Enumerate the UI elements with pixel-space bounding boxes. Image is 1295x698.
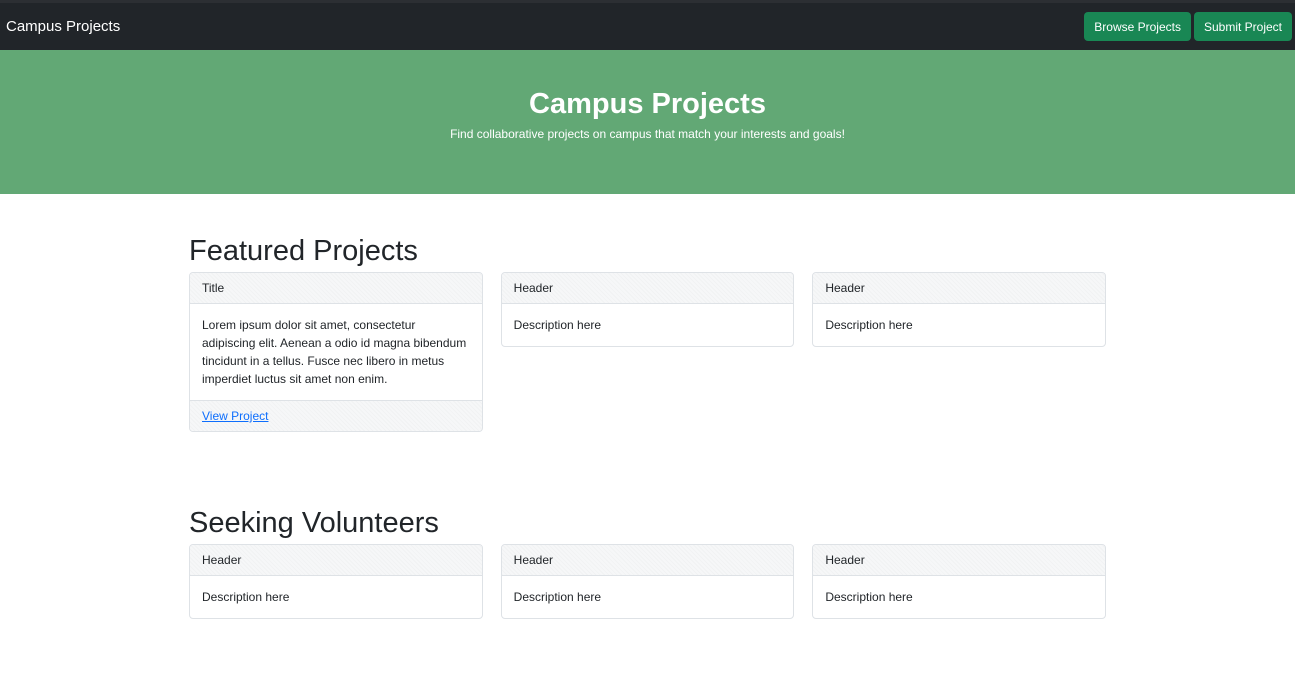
card-body: Description here: [202, 590, 290, 604]
main-content: Featured Projects Title Lorem ipsum dolo…: [189, 234, 1107, 619]
card-body: Description here: [513, 590, 602, 604]
seeking-volunteers-row: Header Description here Header Descripti…: [189, 544, 1107, 619]
navbar-brand[interactable]: Campus Projects: [6, 18, 120, 35]
card-body: Lorem ipsum dolor sit amet, consectetur …: [202, 318, 467, 386]
seeking-volunteers-title: Seeking Volunteers: [189, 507, 439, 539]
view-project-link[interactable]: View Project: [202, 409, 268, 423]
card-header: Header: [501, 545, 794, 576]
page: Campus Projects Browse Projects Submit P…: [0, 0, 1295, 698]
navbar: Campus Projects Browse Projects Submit P…: [0, 3, 1295, 50]
card-header: Header: [501, 273, 794, 304]
hero-title: Campus Projects: [529, 88, 766, 120]
card-body: Description here: [825, 318, 913, 332]
card-header: Title: [190, 273, 482, 304]
volunteer-card: Header Description here: [812, 544, 1107, 619]
hero-subtitle: Find collaborative projects on campus th…: [450, 127, 845, 141]
card-body: Description here: [513, 318, 602, 332]
card-header: Header: [813, 273, 1106, 304]
card-body: Description here: [825, 590, 913, 604]
card-header: Header: [190, 545, 482, 576]
project-card: Header Description here: [500, 272, 795, 347]
volunteer-card: Header Description here: [500, 544, 795, 619]
featured-projects-title: Featured Projects: [189, 235, 418, 267]
card-footer: View Project: [190, 400, 482, 431]
featured-projects-row: Title Lorem ipsum dolor sit amet, consec…: [189, 272, 1107, 432]
hero-banner: Campus Projects Find collaborative proje…: [0, 50, 1295, 194]
volunteer-card: Header Description here: [189, 544, 483, 619]
card-header: Header: [813, 545, 1106, 576]
project-card: Header Description here: [812, 272, 1107, 347]
submit-project-button[interactable]: Submit Project: [1193, 12, 1292, 41]
project-card: Title Lorem ipsum dolor sit amet, consec…: [189, 272, 483, 432]
navbar-buttons: Browse Projects Submit Project: [1084, 12, 1292, 41]
browse-projects-button[interactable]: Browse Projects: [1084, 12, 1191, 41]
